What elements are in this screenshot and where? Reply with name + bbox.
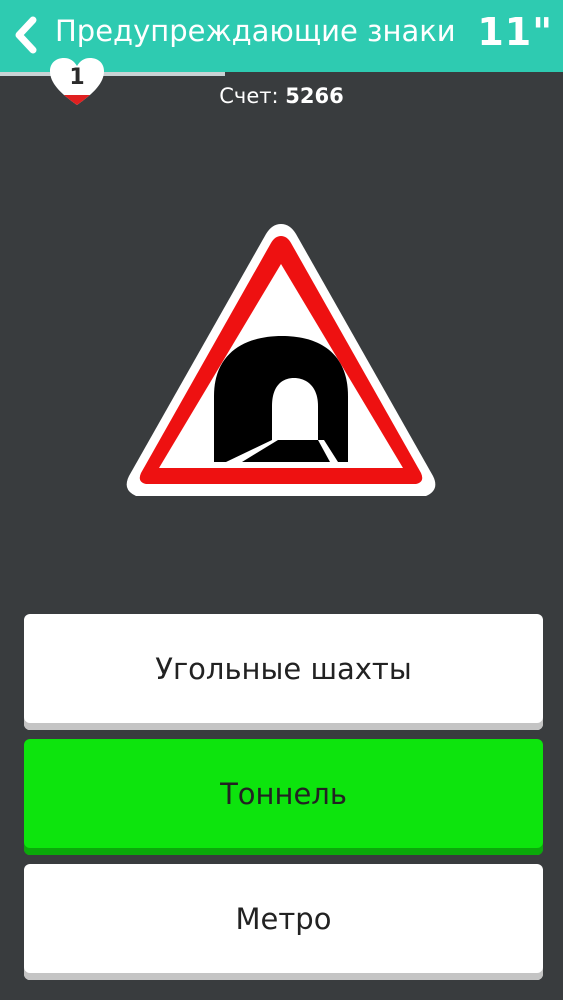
score-value: 5266: [285, 84, 344, 108]
tunnel-warning-sign: [126, 224, 436, 496]
answer-button-metro[interactable]: Метро: [24, 864, 543, 980]
progress-fill: [0, 72, 226, 76]
score-label: Счет:: [219, 84, 279, 108]
page-title: Предупреждающие знаки: [55, 14, 456, 48]
back-button[interactable]: [6, 10, 46, 60]
answer-button-coal-mines[interactable]: Угольные шахты: [24, 614, 543, 730]
timer: 11": [477, 10, 553, 54]
answer-button-tunnel[interactable]: Тоннель: [24, 739, 543, 855]
score-display: Счет: 5266: [0, 84, 563, 108]
chevron-left-icon: [15, 16, 37, 54]
